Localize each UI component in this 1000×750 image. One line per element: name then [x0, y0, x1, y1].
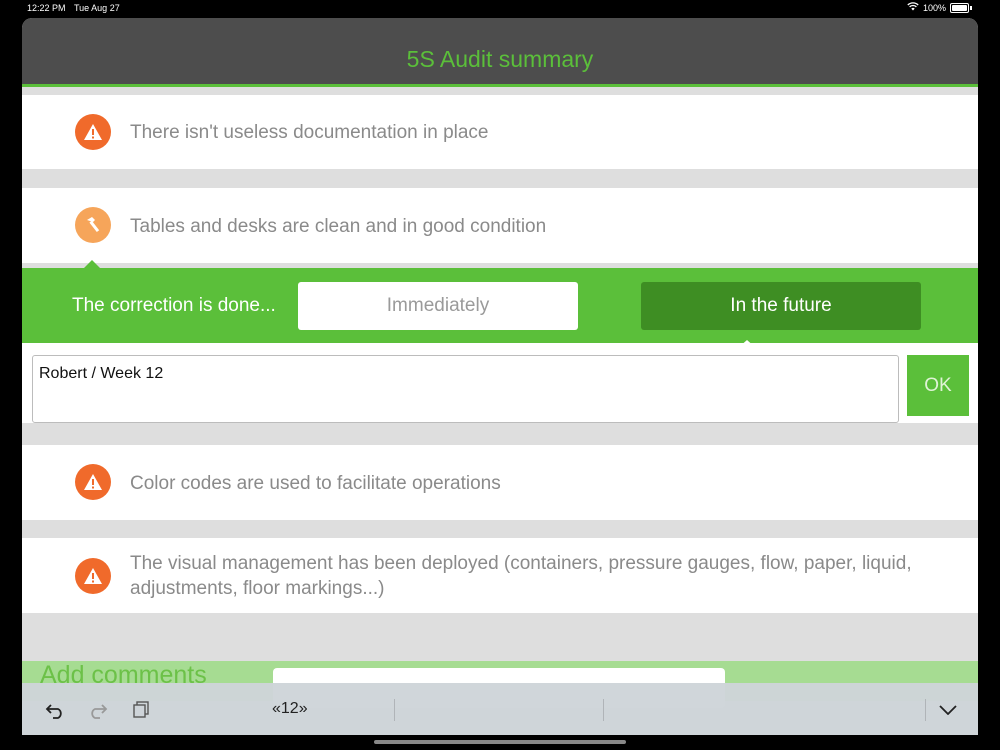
chevron-down-icon[interactable]: [937, 699, 959, 721]
wifi-icon: [907, 2, 919, 13]
keyboard-toolbar: «12»: [22, 683, 978, 735]
redo-icon[interactable]: [87, 699, 109, 721]
immediately-button[interactable]: Immediately: [298, 282, 578, 330]
battery-icon: [950, 2, 969, 13]
warning-icon: [75, 114, 111, 150]
paste-icon[interactable]: [130, 699, 152, 721]
correction-note-input[interactable]: Robert / Week 12: [32, 355, 899, 423]
correction-note-row: Robert / Week 12 OK: [22, 343, 978, 423]
warning-icon: [75, 464, 111, 500]
selection-caret: [84, 260, 100, 268]
audit-item-text: There isn't useless documentation in pla…: [130, 122, 489, 143]
correction-bar: The correction is done... Immediately In…: [22, 268, 978, 348]
audit-item-text: Tables and desks are clean and in good c…: [130, 216, 547, 237]
battery-percent: 100%: [922, 2, 946, 13]
audit-item[interactable]: There isn't useless documentation in pla…: [22, 95, 978, 169]
status-time: 12:22 PM: [27, 3, 66, 13]
ok-button[interactable]: OK: [907, 355, 969, 416]
home-indicator: [374, 740, 626, 744]
warning-icon: [75, 558, 111, 594]
audit-item[interactable]: The visual management has been deployed …: [22, 538, 978, 613]
in-the-future-button[interactable]: In the future: [641, 282, 921, 330]
audit-item[interactable]: Color codes are used to facilitate opera…: [22, 445, 978, 520]
page-suggestion[interactable]: «12»: [272, 700, 308, 718]
undo-icon[interactable]: [44, 699, 66, 721]
audit-item-selected[interactable]: Tables and desks are clean and in good c…: [22, 188, 978, 263]
page-title: 5S Audit summary: [406, 45, 594, 72]
app-window: 5S Audit summary There isn't useless doc…: [22, 18, 978, 735]
status-date: Tue Aug 27: [74, 3, 120, 13]
correction-label: The correction is done...: [72, 295, 276, 316]
status-bar: 12:22 PM Tue Aug 27 100%: [0, 0, 1000, 16]
audit-item-text: The visual management has been deployed …: [130, 553, 912, 599]
hammer-icon: [75, 207, 111, 243]
audit-item-text: Color codes are used to facilitate opera…: [130, 473, 501, 494]
status-right: 100%: [907, 2, 972, 13]
header-bar: 5S Audit summary: [22, 18, 978, 87]
